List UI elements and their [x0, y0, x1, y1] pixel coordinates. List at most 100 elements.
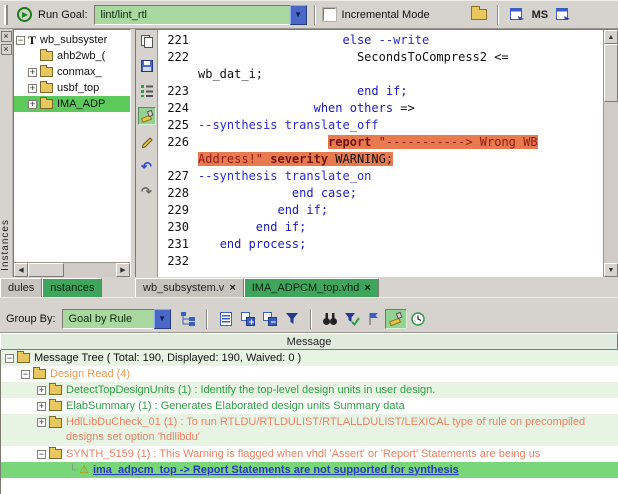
close-icon[interactable]: × — [0, 31, 12, 42]
code-token: end if; — [255, 220, 307, 234]
group-by-combo[interactable]: Goal by Rule ▼ — [61, 308, 171, 329]
toolbar-grip[interactable] — [4, 4, 8, 25]
run-goal-button[interactable]: ▶ — [13, 5, 35, 25]
spyglass-app: ▶ Run Goal: lint/lint_rtl ▼ Incremental … — [0, 0, 618, 494]
message-row[interactable]: └ ⚠ ima_adpcm_top -> Report Statements are… — [1, 462, 618, 478]
tree-expander-icon[interactable]: + — [28, 83, 37, 93]
editor-vertical-scrollbar[interactable]: ▲ ▼ — [603, 30, 618, 277]
undo-icon[interactable]: ↶ — [137, 157, 156, 175]
report-list-button[interactable] — [215, 309, 237, 329]
scrollbar-thumb[interactable] — [604, 44, 618, 102]
code-token: end case; — [291, 186, 357, 200]
tree-expander-icon[interactable]: + — [37, 418, 46, 427]
incremental-mode-checkbox[interactable] — [321, 7, 337, 22]
message-row[interactable]: − Message Tree ( Total: 190, Displayed: 1… — [1, 350, 618, 366]
line-number: 232 — [167, 254, 189, 268]
horizontal-splitter[interactable] — [0, 297, 618, 305]
editor-tab[interactable]: IMA_ADPCM_top.vhd × — [243, 278, 379, 297]
tree-expander-icon[interactable]: − — [5, 353, 14, 363]
save-icon[interactable] — [137, 57, 156, 75]
binoculars-icon — [322, 312, 337, 325]
report-window-button[interactable] — [506, 5, 528, 25]
goal-combo-dropdown-button[interactable]: ▼ — [289, 4, 307, 25]
toolbar-separator — [496, 4, 499, 25]
tree-horizontal-scrollbar[interactable]: ◀ ▶ — [14, 262, 130, 277]
schedule-button[interactable] — [407, 309, 429, 329]
tree-expander-icon[interactable]: − — [37, 449, 46, 459]
code-text: --synthesis translate_on — [198, 168, 371, 185]
tree-expander-icon[interactable]: + — [37, 385, 46, 395]
line-number: 225 — [167, 118, 189, 132]
expand-windows-button[interactable] — [237, 309, 259, 329]
message-highlight-toggle[interactable] — [384, 308, 407, 329]
message-row[interactable]: + ElabSummary (1) : Generates Elaborated … — [1, 398, 618, 414]
highlighted-code-token: report — [328, 135, 372, 149]
tree-expander-icon[interactable]: − — [16, 35, 25, 45]
design-tree-item[interactable]: ahb2wb_( — [14, 48, 130, 64]
redo-icon[interactable]: ↷ — [137, 182, 156, 200]
scrollbar-thumb[interactable] — [28, 263, 64, 277]
code-text: when others => — [198, 100, 415, 117]
open-file-button[interactable] — [468, 5, 490, 25]
group-hierarchy-button[interactable] — [177, 309, 199, 329]
filter-pass-button[interactable] — [341, 309, 363, 329]
design-tree-item[interactable]: + conmax_ — [14, 64, 130, 80]
close-icon[interactable]: × — [229, 282, 235, 294]
collapse-windows-button[interactable] — [259, 309, 281, 329]
search-button[interactable] — [319, 309, 341, 329]
tree-expander-icon[interactable]: + — [37, 401, 46, 411]
scroll-up-icon[interactable]: ▲ — [604, 30, 618, 44]
code-line: 224 when others => — [158, 100, 603, 117]
message-text: Message Tree ( Total: 190, Displayed: 19… — [34, 351, 302, 364]
filter-button[interactable] — [281, 309, 303, 329]
message-text: HdlLibDuCheck_01 (1) : To run RTLDU/RTLD… — [66, 416, 586, 443]
close-icon[interactable]: × — [364, 282, 370, 294]
group-by-dropdown-button[interactable]: ▼ — [153, 308, 171, 329]
copy-icon[interactable] — [137, 32, 156, 50]
tree-item-label: usbf_top — [57, 82, 100, 94]
design-tree-item[interactable]: + usbf_top — [14, 80, 130, 96]
tree-expander-icon[interactable]: − — [21, 369, 30, 379]
code-line: 226 report "-----------> Wrong WB — [158, 134, 603, 151]
hierarchy-icon — [180, 311, 195, 326]
scroll-right-icon[interactable]: ▶ — [116, 263, 130, 277]
flag-button[interactable] — [363, 309, 385, 329]
message-row[interactable]: − SYNTH_5159 (1) : This Warning is flagge… — [1, 446, 618, 462]
message-row[interactable]: + HdlLibDuCheck_01 (1) : To run RTLDU/RTL… — [1, 414, 618, 446]
main-toolbar: ▶ Run Goal: lint/lint_rtl ▼ Incremental … — [0, 1, 618, 29]
highlight-toggle-icon[interactable] — [137, 107, 156, 125]
filter-icon — [285, 312, 298, 324]
ms-button[interactable]: MS — [532, 9, 549, 21]
edit-pen-icon[interactable] — [137, 132, 156, 150]
numbered-list-icon[interactable] — [137, 82, 156, 100]
tree-expander-icon[interactable]: + — [28, 67, 37, 77]
message-row[interactable]: − Design Read (4) — [1, 366, 618, 382]
code-area[interactable]: 221 else --write 222 SecondsToCompress2 <… — [158, 30, 603, 277]
goal-combo[interactable]: lint/lint_rtl ▼ — [93, 4, 307, 25]
report-window-button-2[interactable] — [552, 5, 574, 25]
tree-connector: └ — [69, 464, 77, 476]
editor-tab[interactable]: wb_subsystem.v × — [135, 278, 244, 297]
tree-expander-icon[interactable]: + — [28, 99, 37, 109]
message-row[interactable]: + DetectTopDesignUnits (1) : Identify the… — [1, 382, 618, 398]
panel-tab-dules[interactable]: dules — [0, 278, 43, 297]
tree-item-label: IMA_ADP — [57, 98, 106, 110]
design-tree-item[interactable]: − Twb_subsyster — [14, 32, 130, 48]
scroll-left-icon[interactable]: ◀ — [14, 263, 28, 277]
scroll-down-icon[interactable]: ▼ — [604, 263, 618, 277]
folder-icon — [40, 81, 53, 93]
design-tree-item[interactable]: + IMA_ADP — [14, 96, 130, 112]
message-column-header[interactable]: Message — [0, 333, 618, 350]
instances-side-tab[interactable]: Instances — [0, 219, 13, 271]
line-number: 229 — [167, 203, 189, 217]
warning-icon: ⚠ — [79, 463, 89, 476]
close-icon[interactable]: × — [0, 44, 12, 55]
code-token: SecondsToCompress2 <= — [356, 50, 509, 64]
code-line: 231 end process; — [158, 236, 603, 253]
panel-tab-nstances[interactable]: nstances — [42, 278, 103, 297]
clock-icon — [410, 311, 425, 326]
